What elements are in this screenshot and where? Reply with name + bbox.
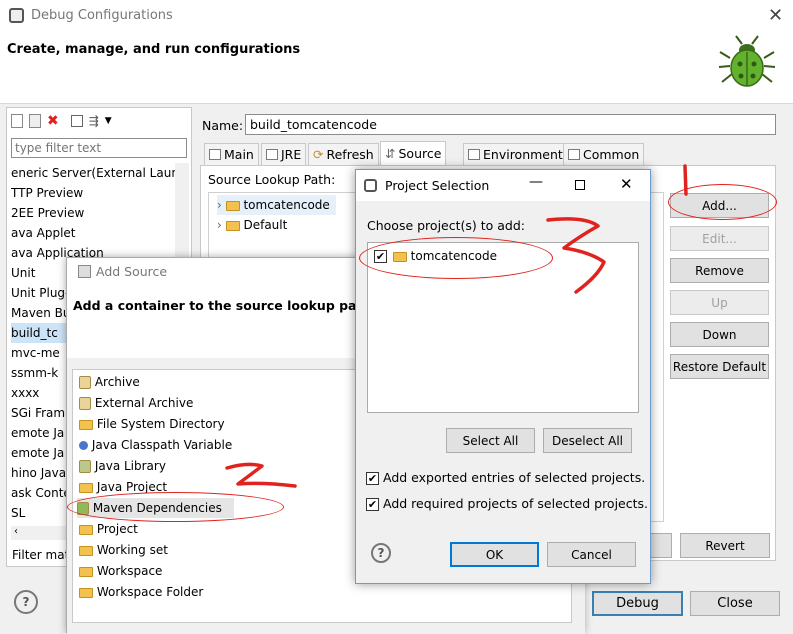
annotation-strokes bbox=[225, 164, 688, 488]
annotation-number-2 bbox=[225, 462, 297, 488]
annotation-number-1 bbox=[683, 164, 688, 196]
annotation-number-3 bbox=[546, 217, 606, 294]
